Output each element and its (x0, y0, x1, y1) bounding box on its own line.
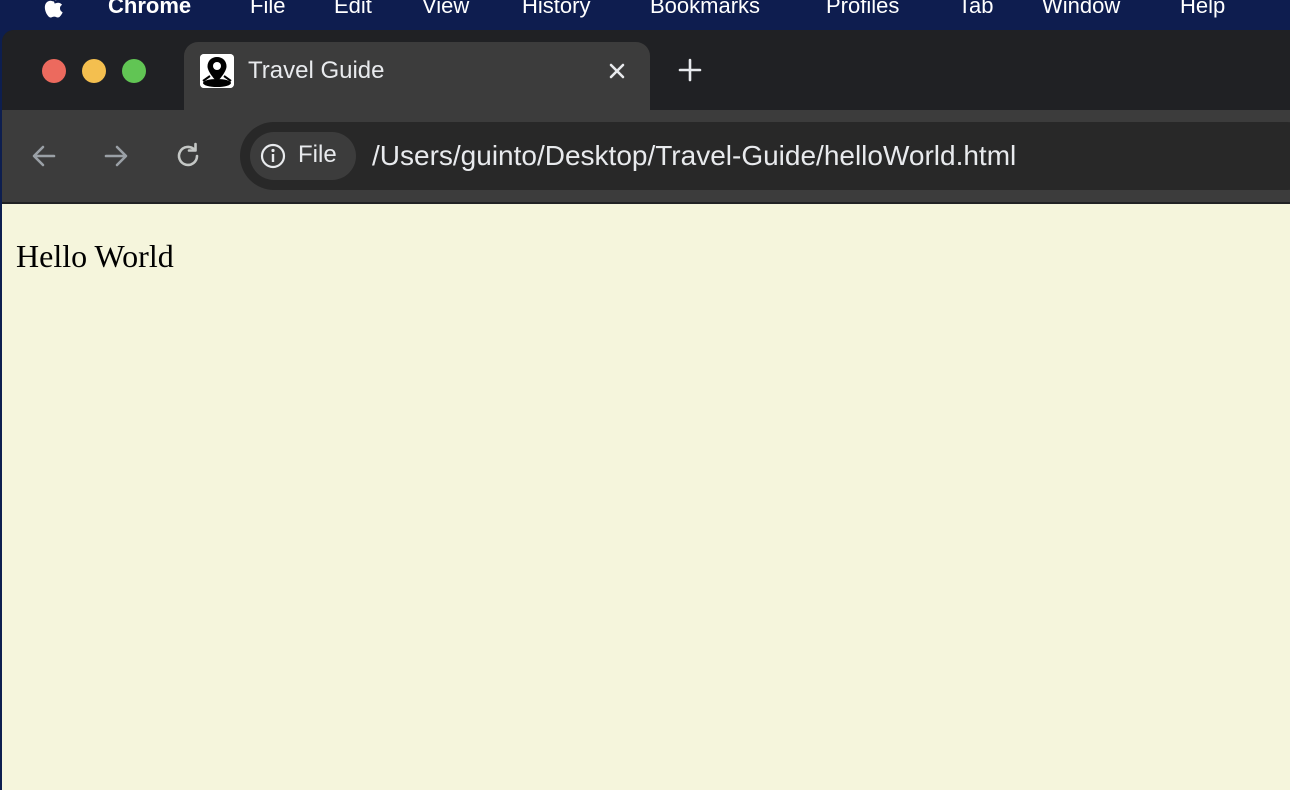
menu-help[interactable]: Help (1180, 0, 1225, 18)
address-bar[interactable]: File /Users/guinto/Desktop/Travel-Guide/… (240, 122, 1290, 190)
menu-app-chrome[interactable]: Chrome (108, 0, 191, 18)
browser-toolbar: File /Users/guinto/Desktop/Travel-Guide/… (2, 110, 1290, 202)
page-heading-text: Hello World (16, 238, 174, 274)
tab-title: Travel Guide (248, 57, 385, 84)
menu-edit[interactable]: Edit (334, 0, 372, 18)
apple-logo-icon[interactable] (40, 0, 68, 18)
menu-file[interactable]: File (250, 0, 285, 18)
new-tab-icon[interactable] (674, 54, 706, 86)
window-close-button[interactable] (42, 59, 66, 83)
macos-menu-bar: Chrome File Edit View History Bookmarks … (0, 0, 1290, 32)
tab-close-icon[interactable] (604, 58, 630, 84)
url-text[interactable]: /Users/guinto/Desktop/Travel-Guide/hello… (372, 139, 1016, 173)
window-minimize-button[interactable] (82, 59, 106, 83)
menu-history[interactable]: History (522, 0, 590, 18)
site-info-chip[interactable]: File (250, 132, 356, 180)
page-content: Hello World (2, 204, 1290, 790)
forward-arrow-icon[interactable] (100, 140, 132, 172)
back-arrow-icon[interactable] (28, 140, 60, 172)
menu-view[interactable]: View (422, 0, 469, 18)
menu-bookmarks[interactable]: Bookmarks (650, 0, 760, 18)
menu-tab[interactable]: Tab (958, 0, 993, 18)
reload-icon[interactable] (172, 140, 204, 172)
map-pin-icon (200, 54, 234, 88)
site-info-label: File (298, 141, 337, 168)
window-zoom-button[interactable] (122, 59, 146, 83)
menu-profiles[interactable]: Profiles (826, 0, 899, 18)
tab-strip: Travel Guide (2, 30, 1290, 112)
tab-travel-guide[interactable]: Travel Guide (184, 42, 650, 112)
menu-window[interactable]: Window (1042, 0, 1120, 18)
browser-window: Travel Guide File /Users/guinto/Desktop/… (2, 30, 1290, 790)
info-icon (260, 143, 286, 169)
